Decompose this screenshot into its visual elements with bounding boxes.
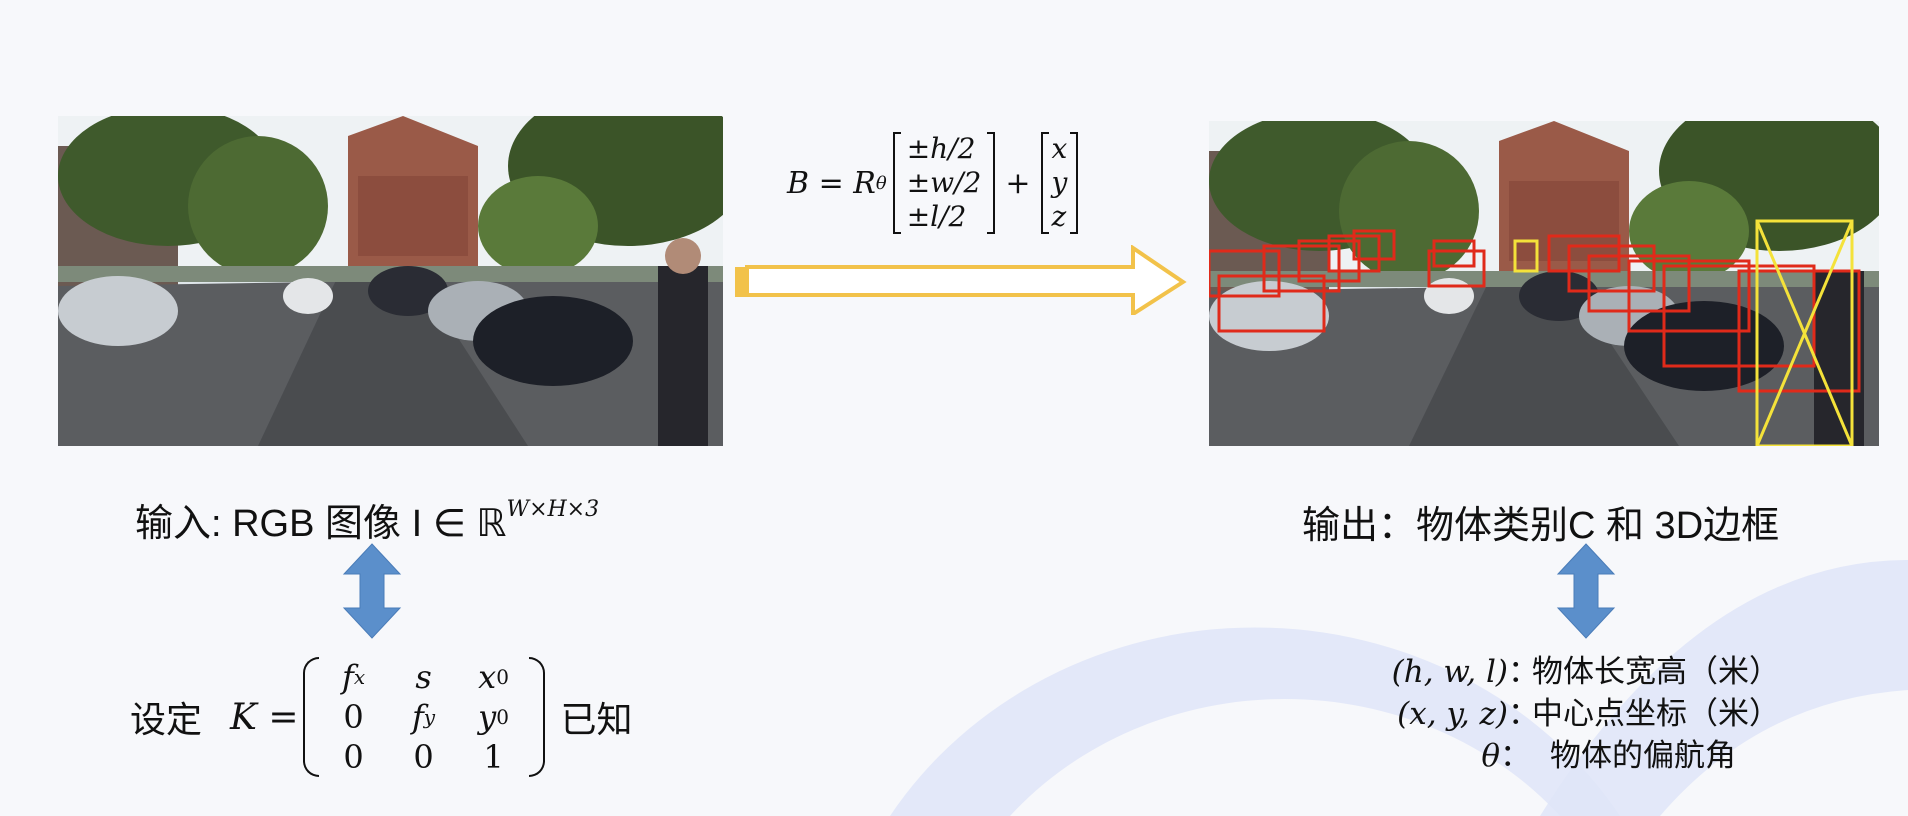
param-value: 物体的偏航角 — [1550, 738, 1736, 773]
matrix-cell: y0 — [478, 698, 509, 736]
center-x: x — [1051, 132, 1068, 165]
half-extents-vector: ±h/2 ±w/2 ±l/2 — [892, 132, 996, 234]
matrix-cell: 1 — [483, 738, 504, 776]
input-label: 输入: RGB 图像 I ∈ ℝW×H×3 — [135, 492, 599, 547]
plus-sign: + — [1005, 165, 1031, 201]
param-row: (h, w, l)：物体长宽高（米） — [1358, 651, 1780, 693]
box-formula-lhs: B = R — [787, 165, 876, 201]
intrinsics-prefix: 设定 — [130, 699, 203, 740]
input-image — [58, 116, 723, 446]
param-row: (x, y, z)：中心点坐标（米） — [1358, 693, 1780, 735]
param-key: θ — [1481, 738, 1500, 774]
center-vector: x y z — [1040, 132, 1079, 234]
output-image — [1209, 121, 1879, 446]
input-label-dims: W×H×3 — [506, 497, 600, 523]
param-key: (h, w, l) — [1391, 654, 1508, 690]
up-down-arrow-icon — [342, 543, 402, 639]
box-parameters: (h, w, l)：物体长宽高（米） (x, y, z)：中心点坐标（米） θ：… — [1358, 651, 1780, 777]
half-length: ±l/2 — [906, 200, 967, 233]
half-width: ±w/2 — [906, 166, 982, 199]
matrix-cell: s — [415, 658, 432, 696]
param-key: (x, y, z) — [1397, 696, 1508, 732]
intrinsics-matrix: fx s x0 0 fy y0 0 0 1 — [302, 657, 545, 777]
matrix-cell: 0 — [343, 738, 364, 776]
matrix-cell: 0 — [413, 738, 434, 776]
box-formula: B = Rθ ±h/2 ±w/2 ±l/2 + x y z — [787, 128, 1079, 238]
up-down-arrow-icon — [1556, 543, 1616, 639]
param-row: θ：物体的偏航角 — [1358, 735, 1780, 777]
matrix-cell: x0 — [478, 658, 509, 696]
param-value: 中心点坐标（米） — [1532, 696, 1780, 731]
matrix-cell: fy — [411, 698, 436, 736]
rotation-subscript: θ — [875, 172, 887, 194]
intrinsics-formula: 设定 K = fx s x0 0 fy y0 0 0 1 已知 — [130, 652, 633, 782]
center-y: y — [1051, 166, 1068, 199]
intrinsics-lhs: K = — [230, 696, 299, 738]
half-height: ±h/2 — [906, 132, 976, 165]
input-label-text: 输入: RGB 图像 I ∈ ℝ — [135, 503, 507, 545]
intrinsics-suffix: 已知 — [560, 699, 633, 740]
center-z: z — [1051, 200, 1067, 233]
matrix-cell: 0 — [343, 698, 364, 736]
param-value: 物体长宽高（米） — [1532, 654, 1780, 689]
output-label: 输出：物体类别C 和 3D边框 — [1302, 505, 1780, 547]
matrix-cell: fx — [341, 658, 366, 696]
right-arrow-icon — [735, 245, 1187, 315]
